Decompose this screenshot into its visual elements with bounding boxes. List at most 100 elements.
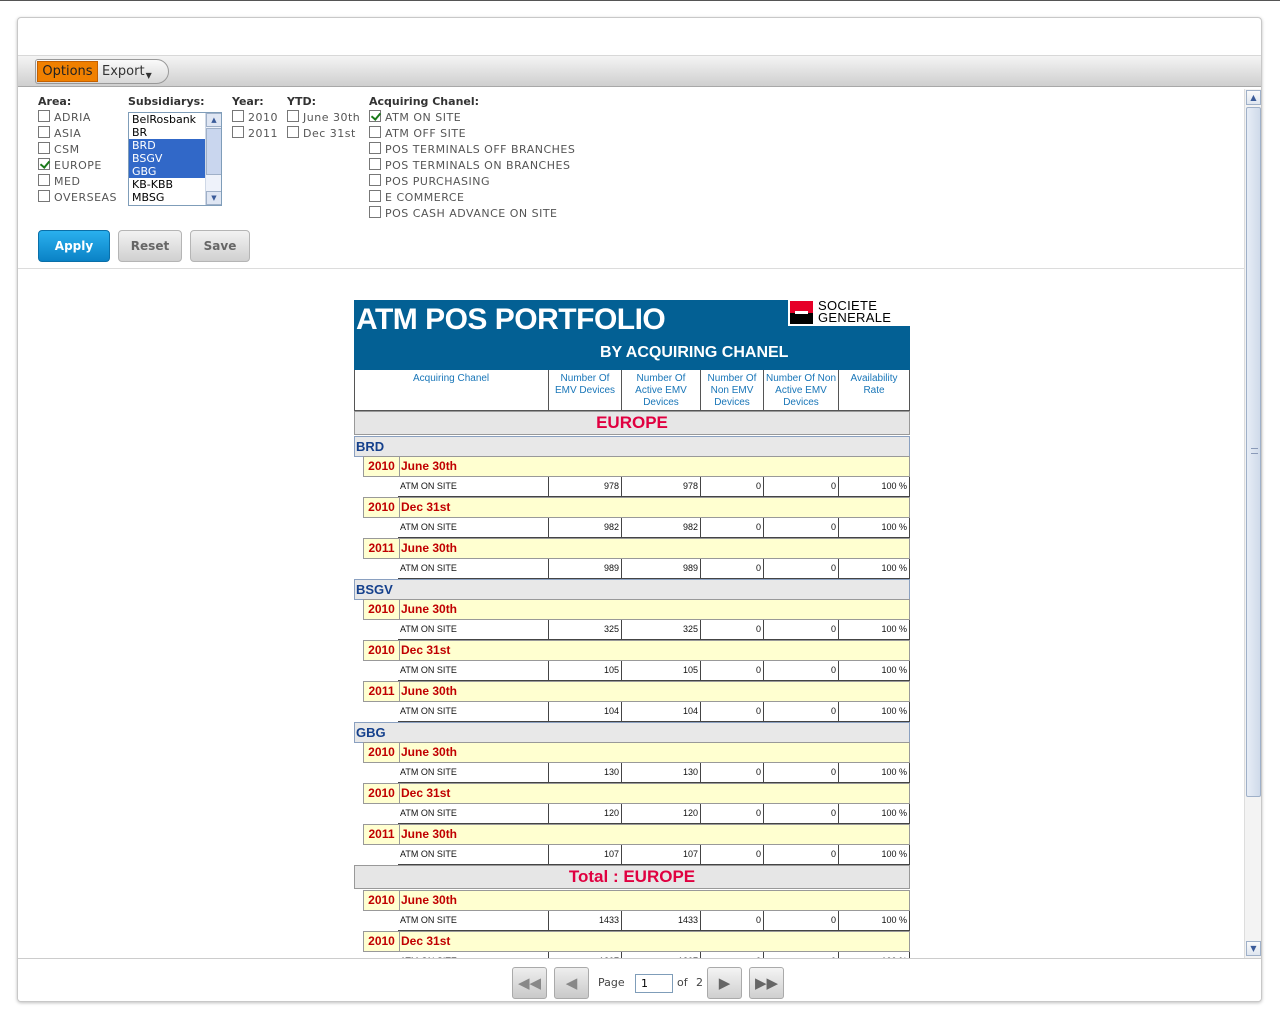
area-checkbox[interactable]: ADRIA — [38, 110, 91, 124]
next-page-button[interactable]: ▶ — [707, 967, 742, 999]
period-row: 2011 June 30th — [363, 681, 910, 702]
subsidiary-option[interactable]: BelRosbank — [129, 113, 205, 126]
cell-channel: ATM ON SITE — [398, 559, 549, 579]
channel-checkbox[interactable]: POS TERMINALS OFF BRANCHES — [369, 142, 575, 156]
of-label: of — [677, 976, 688, 989]
cell-active: 130 — [622, 763, 701, 783]
checkbox-icon[interactable] — [38, 142, 50, 154]
period-year: 2010 — [364, 641, 400, 660]
subsidiary-option[interactable]: BR — [129, 126, 205, 139]
checkbox-icon[interactable] — [369, 142, 381, 154]
period-label: Dec 31st — [401, 643, 451, 657]
period-label: Dec 31st — [401, 786, 451, 800]
subsidiary-option[interactable]: MBSG — [129, 191, 205, 204]
scroll-down-icon[interactable]: ▼ — [1246, 941, 1261, 956]
cell-active: 325 — [622, 620, 701, 640]
period-label: June 30th — [401, 684, 458, 698]
channel-checkbox[interactable]: E COMMERCE — [369, 190, 464, 204]
year-checkbox[interactable]: 2010 — [232, 110, 278, 124]
ytd-checkbox[interactable]: Dec 31st — [287, 126, 356, 140]
ytd-label: YTD: — [287, 95, 316, 108]
scroll-thumb[interactable] — [1246, 107, 1261, 797]
checkbox-icon[interactable] — [232, 126, 244, 138]
cell-rate: 100 % — [839, 845, 910, 865]
channel-checkbox[interactable]: POS CASH ADVANCE ON SITE — [369, 206, 558, 220]
last-page-button[interactable]: ▶▶ — [749, 967, 784, 999]
save-button[interactable]: Save — [190, 230, 250, 262]
period-row: 2010 June 30th — [363, 890, 910, 911]
report-subtitle: BY ACQUIRING CHANEL — [600, 344, 789, 361]
area-checkbox[interactable]: CSM — [38, 142, 80, 156]
checkbox-icon[interactable] — [287, 126, 299, 138]
channel-option-label: POS CASH ADVANCE ON SITE — [385, 207, 558, 220]
subsidiary-option[interactable]: BRD — [129, 139, 205, 152]
period-row: 2010 June 30th — [363, 599, 910, 620]
options-button[interactable]: Options — [37, 61, 98, 82]
year-option-label: 2011 — [248, 127, 278, 140]
checkbox-icon[interactable] — [287, 110, 299, 122]
listbox-scroll-thumb[interactable] — [206, 128, 221, 175]
vertical-scrollbar[interactable]: ▲ ▼ — [1244, 89, 1261, 958]
checkbox-icon[interactable] — [38, 174, 50, 186]
apply-button[interactable]: Apply — [38, 230, 110, 262]
total-title: Total : EUROPE — [354, 865, 910, 889]
scroll-down-icon[interactable]: ▼ — [206, 191, 221, 205]
table-row: ATM ON SITE 120 120 0 0 100 % — [354, 804, 910, 824]
checkbox-icon[interactable] — [369, 110, 381, 122]
channel-checkbox[interactable]: ATM OFF SITE — [369, 126, 466, 140]
export-menu-button[interactable]: Export▼ — [102, 60, 152, 83]
scroll-up-icon[interactable]: ▲ — [1246, 90, 1261, 105]
period-year: 2010 — [364, 932, 400, 951]
column-header: Number Of EMV Devices — [549, 370, 622, 411]
checkbox-icon[interactable] — [369, 206, 381, 218]
cell-rate: 100 % — [839, 661, 910, 681]
channel-checkbox[interactable]: ATM ON SITE — [369, 110, 461, 124]
year-checkbox[interactable]: 2011 — [232, 126, 278, 140]
cell-active: 105 — [622, 661, 701, 681]
cell-active: 978 — [622, 477, 701, 497]
subsidiary-option[interactable]: KB-KBB — [129, 178, 205, 191]
subsidiary-option[interactable]: BSGV — [129, 152, 205, 165]
group-title: BRD — [354, 436, 910, 457]
area-checkbox[interactable]: MED — [38, 174, 80, 188]
channel-checkbox[interactable]: POS TERMINALS ON BRANCHES — [369, 158, 570, 172]
checkbox-icon[interactable] — [38, 110, 50, 122]
table-row: ATM ON SITE 978 978 0 0 100 % — [354, 477, 910, 497]
checkbox-icon[interactable] — [232, 110, 244, 122]
checkbox-icon[interactable] — [369, 126, 381, 138]
cell-non-active: 0 — [764, 661, 839, 681]
ytd-checkbox[interactable]: June 30th — [287, 110, 360, 124]
subsidiary-label: Subsidiarys: — [128, 95, 205, 108]
checkbox-icon[interactable] — [369, 190, 381, 202]
cell-non-active: 0 — [764, 804, 839, 824]
area-checkbox[interactable]: OVERSEAS — [38, 190, 117, 204]
channel-label: Acquiring Chanel: — [369, 95, 480, 108]
ytd-option-label: June 30th — [303, 111, 361, 124]
cell-active: 1433 — [622, 911, 701, 931]
subsidiary-listbox[interactable]: BelRosbank BR BRD BSGV GBG KB-KBB MBSG ▲ ▼ — [128, 112, 222, 206]
area-checkbox[interactable]: ASIA — [38, 126, 81, 140]
checkbox-icon[interactable] — [38, 158, 50, 170]
area-checkbox[interactable]: EUROPE — [38, 158, 102, 172]
first-page-button[interactable]: ◀◀ — [512, 967, 547, 999]
cell-active: 104 — [622, 702, 701, 722]
cell-emv: 107 — [549, 845, 622, 865]
checkbox-icon[interactable] — [38, 190, 50, 202]
reset-button[interactable]: Reset — [118, 230, 182, 262]
group-title: GBG — [354, 722, 910, 743]
cell-emv: 130 — [549, 763, 622, 783]
prev-page-button[interactable]: ◀ — [554, 967, 589, 999]
checkbox-icon[interactable] — [369, 174, 381, 186]
scroll-up-icon[interactable]: ▲ — [206, 113, 221, 127]
listbox-scrollbar[interactable]: ▲ ▼ — [205, 113, 221, 205]
channel-checkbox[interactable]: POS PURCHASING — [369, 174, 490, 188]
period-year: 2010 — [364, 600, 400, 619]
year-label: Year: — [232, 95, 264, 108]
cell-emv: 105 — [549, 661, 622, 681]
subsidiary-option[interactable]: GBG — [129, 165, 205, 178]
cell-rate: 100 % — [839, 559, 910, 579]
checkbox-icon[interactable] — [369, 158, 381, 170]
checkbox-icon[interactable] — [38, 126, 50, 138]
cell-rate: 100 % — [839, 518, 910, 538]
page-number-input[interactable]: 1 — [635, 974, 673, 993]
